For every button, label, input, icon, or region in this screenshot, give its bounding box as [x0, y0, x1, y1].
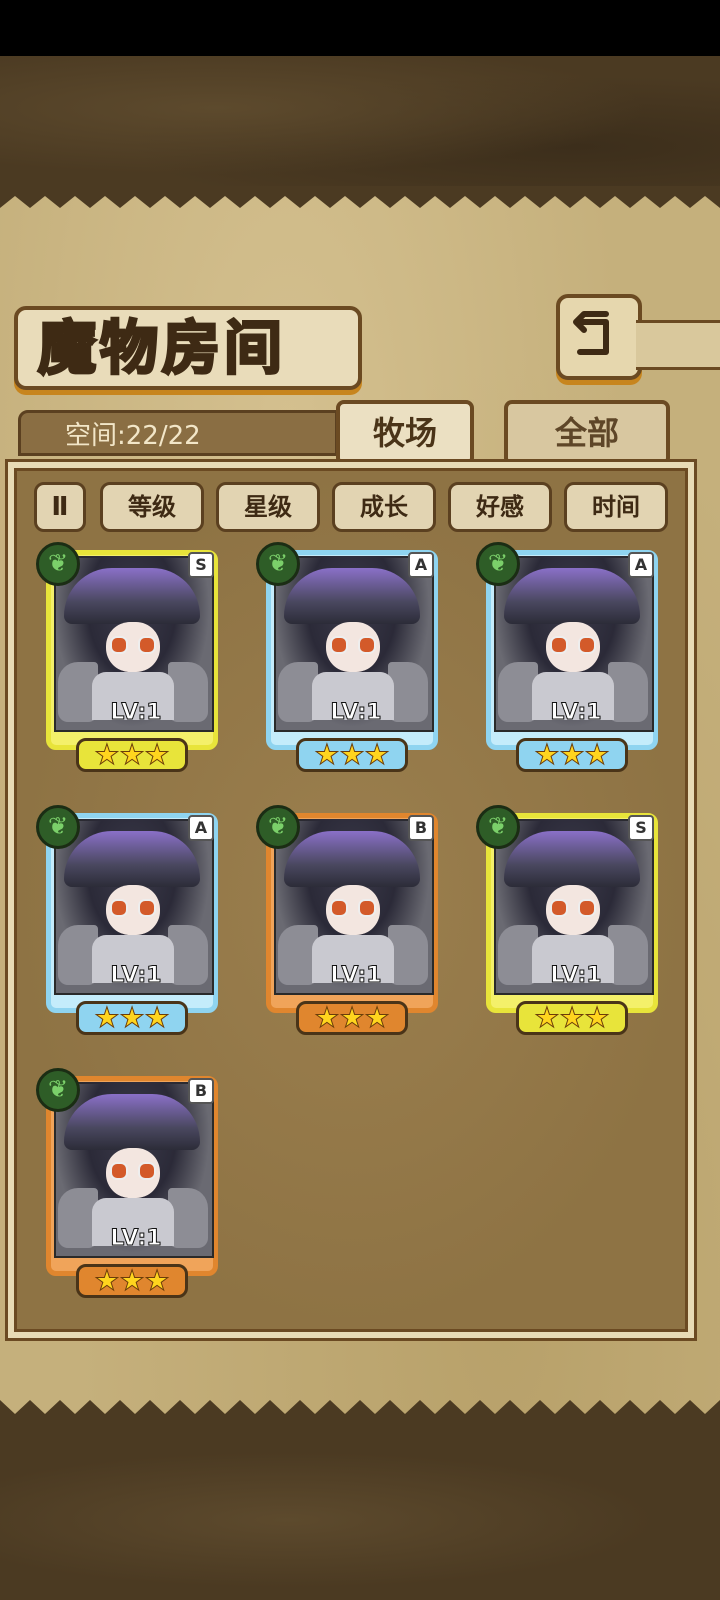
map-background-bottom	[0, 1440, 720, 1600]
star-rating: ★★★	[314, 738, 390, 772]
back-arrow-icon	[573, 311, 609, 355]
sort-affection-button[interactable]: 好感	[448, 482, 552, 532]
portrait-eyes	[550, 636, 596, 654]
portrait-eyes	[330, 899, 376, 917]
monster-level: LV:1	[550, 700, 602, 726]
portrait-hair-top	[64, 1094, 200, 1150]
back-button[interactable]	[556, 294, 642, 380]
portrait-hair-top	[64, 568, 200, 624]
monster-card[interactable]: LV:1 B ❦ ★★★	[256, 805, 446, 1041]
tab-all-label: 全部	[554, 414, 619, 452]
portrait-hair-top	[504, 568, 640, 624]
portrait-hair-top	[504, 831, 640, 887]
portrait-eyes	[550, 899, 596, 917]
monster-level: LV:1	[330, 963, 382, 989]
monster-card[interactable]: LV:1 B ❦ ★★★	[36, 1068, 226, 1304]
grade-badge: A	[628, 552, 654, 578]
monster-card[interactable]: LV:1 A ❦ ★★★	[476, 542, 666, 778]
monster-card[interactable]: LV:1 S ❦ ★★★	[476, 805, 666, 1041]
leaf-icon: ❦	[256, 542, 300, 586]
grade-badge: S	[628, 815, 654, 841]
monster-card[interactable]: LV:1 A ❦ ★★★	[36, 805, 226, 1041]
leaf-icon: ❦	[476, 542, 520, 586]
grade-badge: B	[188, 1078, 214, 1104]
grade-badge: B	[408, 815, 434, 841]
star-rating: ★★★	[534, 1001, 610, 1035]
space-capacity: 空间:22/22	[18, 410, 338, 456]
monster-level: LV:1	[110, 963, 162, 989]
star-rating: ★★★	[534, 738, 610, 772]
tab-farm[interactable]: 牧场	[336, 400, 474, 466]
map-background-top	[0, 56, 720, 186]
sort-time-button[interactable]: 时间	[564, 482, 668, 532]
leaf-icon: ❦	[36, 1068, 80, 1112]
portrait-hair-top	[284, 831, 420, 887]
portrait-eyes	[110, 1162, 156, 1180]
leaf-icon: ❦	[36, 805, 80, 849]
portrait-hair-top	[64, 831, 200, 887]
leaf-icon: ❦	[256, 805, 300, 849]
portrait-hair-top	[284, 568, 420, 624]
monster-level: LV:1	[110, 700, 162, 726]
title-banner: 魔物房间	[14, 306, 362, 390]
star-rating: ★★★	[94, 738, 170, 772]
leaf-icon: ❦	[36, 542, 80, 586]
grade-badge: A	[188, 815, 214, 841]
header-bar-right	[636, 320, 720, 370]
monster-level: LV:1	[550, 963, 602, 989]
sort-level-button[interactable]: 等级	[100, 482, 204, 532]
panel-top-zigzag	[0, 186, 720, 208]
monster-card[interactable]: LV:1 S ❦ ★★★	[36, 542, 226, 778]
tab-all[interactable]: 全部	[504, 400, 670, 466]
panel-bottom-zigzag	[0, 1400, 720, 1442]
monster-level: LV:1	[330, 700, 382, 726]
portrait-eyes	[110, 636, 156, 654]
status-bar	[0, 0, 720, 56]
star-rating: ★★★	[94, 1001, 170, 1035]
sort-order-toggle[interactable]: Ⅱ	[34, 482, 86, 532]
portrait-eyes	[110, 899, 156, 917]
grade-badge: A	[408, 552, 434, 578]
grade-badge: S	[188, 552, 214, 578]
sort-star-button[interactable]: 星级	[216, 482, 320, 532]
portrait-eyes	[330, 636, 376, 654]
star-rating: ★★★	[314, 1001, 390, 1035]
sort-growth-button[interactable]: 成长	[332, 482, 436, 532]
star-rating: ★★★	[94, 1264, 170, 1298]
page-title: 魔物房间	[36, 313, 287, 384]
monster-level: LV:1	[110, 1226, 162, 1252]
tab-farm-label: 牧场	[372, 414, 437, 452]
monster-card[interactable]: LV:1 A ❦ ★★★	[256, 542, 446, 778]
leaf-icon: ❦	[476, 805, 520, 849]
